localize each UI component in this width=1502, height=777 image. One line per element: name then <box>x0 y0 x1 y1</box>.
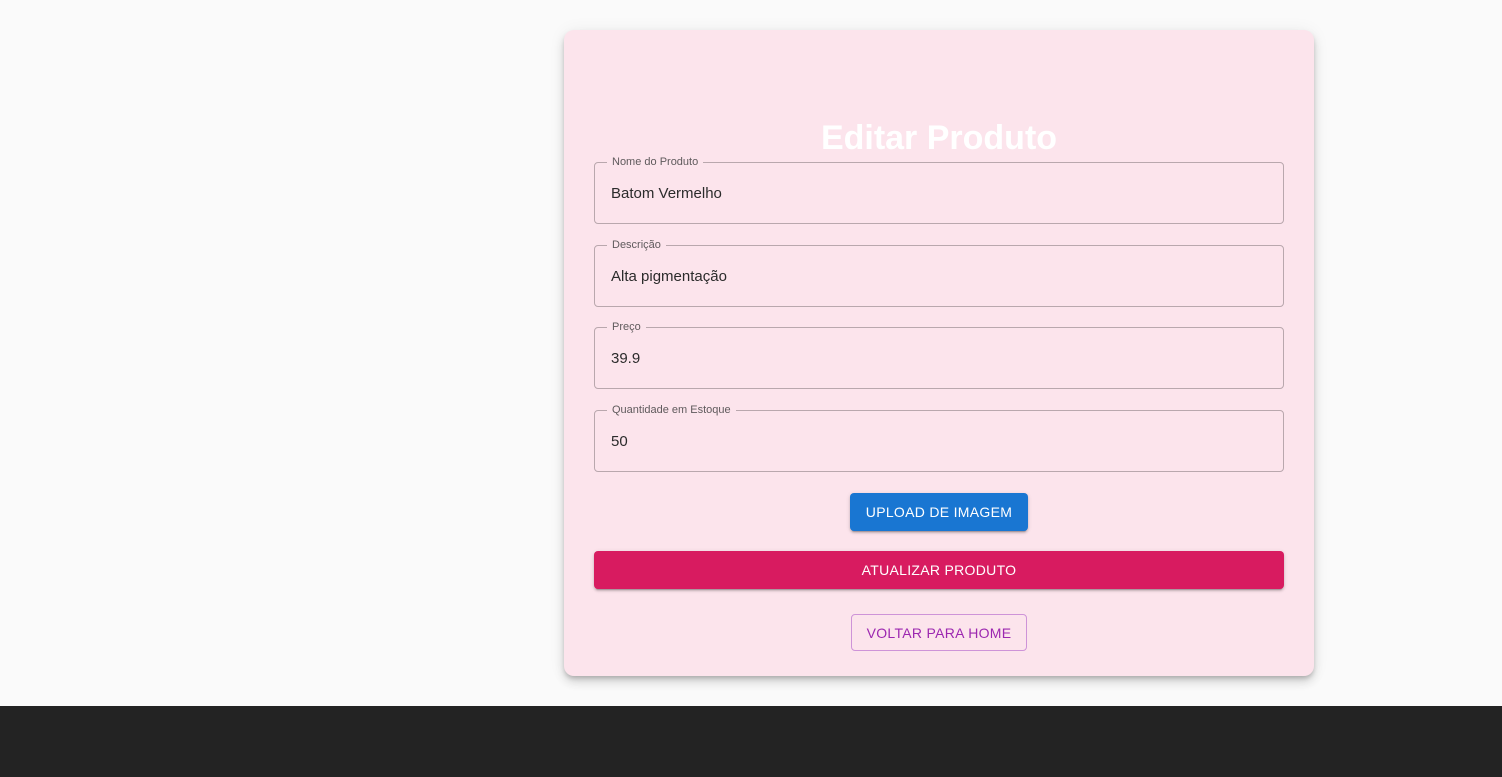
description-field[interactable]: Descrição <box>594 238 1284 307</box>
upload-image-button[interactable]: UPLOAD DE IMAGEM <box>850 493 1028 531</box>
edit-product-card: Editar Produto Nome do Produto Descrição… <box>564 30 1314 676</box>
stock-quantity-field[interactable]: Quantidade em Estoque <box>594 403 1284 472</box>
stock-quantity-input[interactable] <box>611 411 1271 471</box>
page-title: Editar Produto <box>820 119 1058 157</box>
product-name-input[interactable] <box>611 163 1271 223</box>
price-input[interactable] <box>611 328 1271 388</box>
page: Editar Produto Nome do Produto Descrição… <box>0 0 1502 777</box>
product-name-field[interactable]: Nome do Produto <box>594 155 1284 224</box>
description-input[interactable] <box>611 246 1271 306</box>
update-product-button[interactable]: ATUALIZAR PRODUTO <box>594 551 1284 589</box>
footer <box>0 706 1502 777</box>
price-field[interactable]: Preço <box>594 320 1284 389</box>
back-home-button[interactable]: VOLTAR PARA HOME <box>851 614 1027 651</box>
main-area: Editar Produto Nome do Produto Descrição… <box>0 0 1502 706</box>
